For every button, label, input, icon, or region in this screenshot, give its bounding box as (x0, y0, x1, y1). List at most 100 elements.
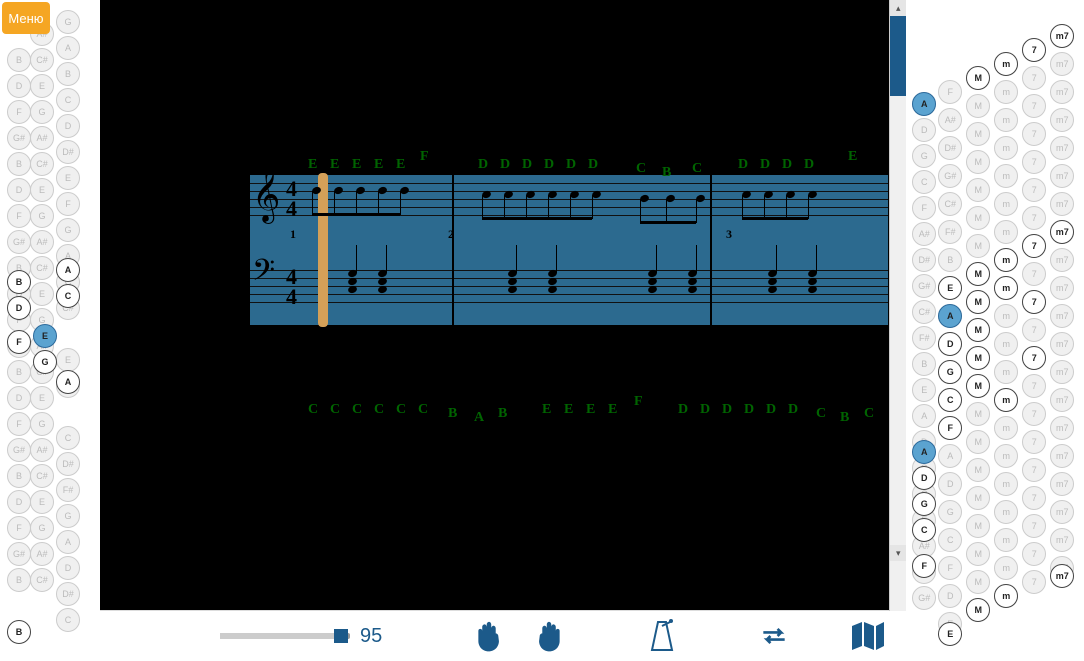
right-btn-1-15[interactable]: G (938, 500, 962, 524)
right-btn-2-14[interactable]: M (966, 458, 990, 482)
right-btn-4-17[interactable]: 7 (1022, 514, 1046, 538)
left-note-2-3[interactable]: C (56, 88, 80, 112)
right-hl-16[interactable]: M (966, 346, 990, 370)
left-note-1-10[interactable]: E (30, 282, 54, 306)
right-btn-2-2[interactable]: M (966, 122, 990, 146)
right-hl-17[interactable]: M (966, 374, 990, 398)
right-btn-5-13[interactable]: m7 (1050, 388, 1074, 412)
right-btn-4-10[interactable]: 7 (1022, 318, 1046, 342)
right-btn-1-5[interactable]: F# (938, 220, 962, 244)
right-btn-3-2[interactable]: m (994, 108, 1018, 132)
left-hl-6[interactable]: D (7, 296, 31, 320)
right-btn-2-17[interactable]: M (966, 542, 990, 566)
left-note-1-16[interactable]: A# (30, 438, 54, 462)
right-btn-2-16[interactable]: M (966, 514, 990, 538)
right-hl-1[interactable]: E (938, 276, 962, 300)
left-note-2-19[interactable]: G (56, 504, 80, 528)
right-btn-2-3[interactable]: M (966, 150, 990, 174)
right-btn-5-17[interactable]: m7 (1050, 500, 1074, 524)
right-hl-21[interactable]: m (994, 276, 1018, 300)
right-btn-0-12[interactable]: A (912, 404, 936, 428)
right-btn-2-4[interactable]: M (966, 178, 990, 202)
right-btn-0-5[interactable]: A# (912, 222, 936, 246)
left-note-1-19[interactable]: G (30, 516, 54, 540)
left-note-0-19[interactable]: G# (7, 542, 31, 566)
right-hl-18[interactable]: M (966, 598, 990, 622)
right-btn-0-4[interactable]: F (912, 196, 936, 220)
right-btn-0-6[interactable]: D# (912, 248, 936, 272)
right-btn-4-8[interactable]: 7 (1022, 262, 1046, 286)
right-hl-25[interactable]: 7 (1022, 234, 1046, 258)
right-btn-4-12[interactable]: 7 (1022, 374, 1046, 398)
scroll-up-icon[interactable]: ▴ (890, 0, 906, 16)
left-hl-1[interactable]: C (56, 284, 80, 308)
right-btn-4-18[interactable]: 7 (1022, 542, 1046, 566)
right-btn-3-5[interactable]: m (994, 192, 1018, 216)
left-hand-icon[interactable] (472, 618, 504, 654)
right-btn-3-1[interactable]: m (994, 80, 1018, 104)
right-btn-4-4[interactable]: 7 (1022, 150, 1046, 174)
left-hl-2[interactable]: E (33, 324, 57, 348)
left-note-1-14[interactable]: E (30, 386, 54, 410)
right-btn-2-12[interactable]: M (966, 402, 990, 426)
map-icon[interactable] (850, 618, 886, 654)
left-note-1-3[interactable]: G (30, 100, 54, 124)
left-hl-0[interactable]: A (56, 258, 80, 282)
right-btn-5-2[interactable]: m7 (1050, 80, 1074, 104)
right-btn-4-6[interactable]: 7 (1022, 206, 1046, 230)
left-note-2-13[interactable]: E (56, 348, 80, 372)
left-note-2-4[interactable]: D (56, 114, 80, 138)
right-btn-4-15[interactable]: 7 (1022, 458, 1046, 482)
left-note-0-1[interactable]: D (7, 74, 31, 98)
left-note-0-13[interactable]: D (7, 386, 31, 410)
right-btn-1-2[interactable]: D# (938, 136, 962, 160)
right-btn-0-2[interactable]: G (912, 144, 936, 168)
right-hl-30[interactable]: m7 (1050, 564, 1074, 588)
left-note-0-7[interactable]: G# (7, 230, 31, 254)
right-hl-28[interactable]: m7 (1050, 24, 1074, 48)
right-btn-2-18[interactable]: M (966, 570, 990, 594)
right-btn-0-7[interactable]: G# (912, 274, 936, 298)
left-note-2-21[interactable]: D (56, 556, 80, 580)
left-note-1-6[interactable]: E (30, 178, 54, 202)
right-btn-0-3[interactable]: C (912, 170, 936, 194)
right-btn-5-9[interactable]: m7 (1050, 276, 1074, 300)
right-btn-4-1[interactable]: 7 (1022, 66, 1046, 90)
left-note-1-20[interactable]: A# (30, 542, 54, 566)
left-note-2-20[interactable]: A (56, 530, 80, 554)
left-note-0-14[interactable]: F (7, 412, 31, 436)
right-btn-5-10[interactable]: m7 (1050, 304, 1074, 328)
right-btn-4-19[interactable]: 7 (1022, 570, 1046, 594)
tempo-slider[interactable]: 95 (220, 625, 382, 648)
left-note-1-7[interactable]: G (30, 204, 54, 228)
left-note-1-21[interactable]: C# (30, 568, 54, 592)
right-btn-5-1[interactable]: m7 (1050, 52, 1074, 76)
right-btn-5-8[interactable]: m7 (1050, 248, 1074, 272)
right-btn-5-11[interactable]: m7 (1050, 332, 1074, 356)
right-btn-0-1[interactable]: D (912, 118, 936, 142)
right-hl-20[interactable]: m (994, 248, 1018, 272)
right-btn-1-16[interactable]: C (938, 528, 962, 552)
right-btn-1-17[interactable]: F (938, 556, 962, 580)
scroll-down-icon[interactable]: ▾ (890, 545, 906, 561)
right-btn-5-12[interactable]: m7 (1050, 360, 1074, 384)
metronome-icon[interactable] (646, 618, 678, 654)
right-hl-4[interactable]: G (938, 360, 962, 384)
right-btn-1-1[interactable]: A# (938, 108, 962, 132)
right-btn-2-13[interactable]: M (966, 430, 990, 454)
right-btn-1-14[interactable]: D (938, 472, 962, 496)
right-hl-6[interactable]: F (938, 416, 962, 440)
right-hl-31[interactable]: E (938, 622, 962, 646)
left-note-0-3[interactable]: G# (7, 126, 31, 150)
right-btn-3-6[interactable]: m (994, 220, 1018, 244)
right-btn-3-14[interactable]: m (994, 444, 1018, 468)
scroll-thumb[interactable] (890, 16, 906, 96)
right-hl-24[interactable]: 7 (1022, 38, 1046, 62)
left-note-2-8[interactable]: G (56, 218, 80, 242)
right-btn-1-18[interactable]: D (938, 584, 962, 608)
left-note-1-1[interactable]: C# (30, 48, 54, 72)
right-btn-4-2[interactable]: 7 (1022, 94, 1046, 118)
left-note-1-8[interactable]: A# (30, 230, 54, 254)
right-hl-0[interactable]: A (912, 92, 936, 116)
left-note-2-22[interactable]: D# (56, 582, 80, 606)
